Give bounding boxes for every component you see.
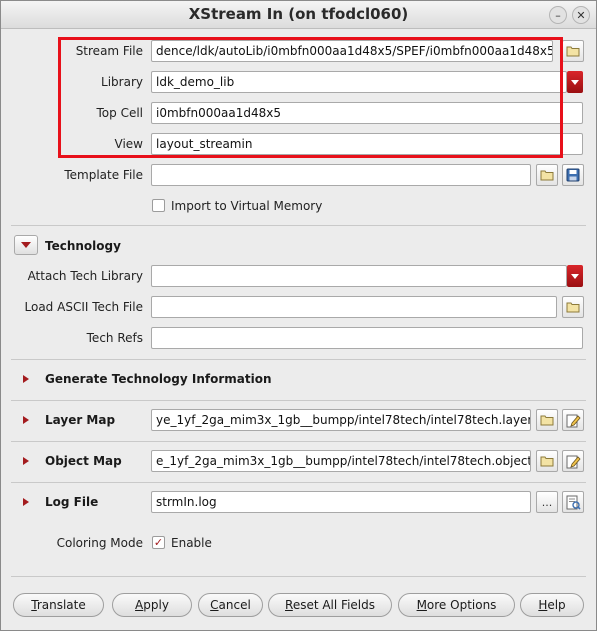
generate-tech-info-label[interactable]: Generate Technology Information [45,372,272,386]
folder-icon [540,170,554,181]
technology-section-label: Technology [45,239,121,253]
help-label: elp [547,598,566,612]
layer-map-edit-button[interactable] [562,409,584,431]
template-file-save-button[interactable] [562,164,584,186]
xstream-in-dialog: XStream In (on tfodcl060) – ✕ Stream Fil… [0,0,597,631]
object-map-edit-button[interactable] [562,450,584,472]
stream-file-browse-button[interactable] [562,40,584,62]
highlight-box [58,37,563,158]
help-button[interactable]: Help [520,593,584,617]
folder-icon [540,456,554,467]
separator [11,400,586,401]
close-icon: ✕ [576,8,586,22]
separator [11,576,586,577]
log-file-browse-button[interactable]: ... [536,491,558,513]
log-file-view-button[interactable] [562,491,584,513]
checkmark-icon: ✓ [153,536,164,549]
technology-collapse-button[interactable] [14,235,38,255]
chevron-down-icon [571,79,579,85]
triangle-right-icon[interactable] [23,457,29,465]
library-dropdown-button[interactable] [567,71,583,93]
cancel-button[interactable]: Cancel [198,593,263,617]
import-virtual-memory-checkbox[interactable] [152,199,165,212]
help-mnemonic: H [538,598,548,612]
ellipsis-icon: ... [541,495,553,509]
attach-tech-library-label: Attach Tech Library [27,269,143,283]
save-icon [566,168,580,182]
layer-map-browse-button[interactable] [536,409,558,431]
edit-icon [566,414,581,427]
separator [11,359,586,360]
cancel-label: ancel [218,598,251,612]
import-virtual-memory-label: Import to Virtual Memory [171,199,323,213]
folder-icon [540,415,554,426]
load-ascii-tech-file-label: Load ASCII Tech File [24,300,143,314]
reset-all-fields-button[interactable]: Reset All Fields [268,593,392,617]
reset-label: eset All Fields [292,598,375,612]
load-ascii-tech-file-browse-button[interactable] [562,296,584,318]
reset-mnemonic: R [285,598,293,612]
translate-button[interactable]: Translate [13,593,104,617]
title-bar[interactable]: XStream In (on tfodcl060) – ✕ [1,1,596,29]
minimize-icon: – [555,8,561,22]
more-options-mnemonic: M [416,598,427,612]
attach-tech-library-select[interactable] [151,265,567,287]
coloring-mode-enable-label: Enable [171,536,212,550]
edit-icon [566,455,581,468]
log-file-label[interactable]: Log File [45,495,98,509]
template-file-input[interactable] [151,164,531,186]
separator [11,482,586,483]
translate-label: ranslate [36,598,86,612]
triangle-right-icon[interactable] [23,416,29,424]
tech-refs-input[interactable] [151,327,583,349]
coloring-mode-label: Coloring Mode [56,536,143,550]
object-map-browse-button[interactable] [536,450,558,472]
template-file-browse-button[interactable] [536,164,558,186]
chevron-down-icon [571,273,579,279]
minimize-button[interactable]: – [549,6,567,24]
attach-tech-library-dropdown-button[interactable] [567,265,583,287]
coloring-mode-checkbox[interactable]: ✓ [152,536,165,549]
triangle-right-icon[interactable] [23,498,29,506]
more-options-button[interactable]: More Options [398,593,515,617]
separator [11,441,586,442]
log-file-input[interactable]: strmIn.log [151,491,531,513]
load-ascii-tech-file-input[interactable] [151,296,557,318]
window-title: XStream In (on tfodcl060) [188,5,409,23]
chevron-down-icon [21,242,31,248]
layer-map-input[interactable]: ye_1yf_2ga_mim3x_1gb__bumpp/intel78tech/… [151,409,531,431]
folder-icon [566,302,580,313]
more-options-label: ore Options [426,598,497,612]
tech-refs-label: Tech Refs [86,331,143,345]
view-log-icon [566,495,581,510]
triangle-right-icon[interactable] [23,375,29,383]
close-button[interactable]: ✕ [572,6,590,24]
object-map-label[interactable]: Object Map [45,454,122,468]
separator [11,225,586,226]
folder-icon [566,46,580,57]
apply-label: pply [143,598,169,612]
layer-map-label[interactable]: Layer Map [45,413,115,427]
cancel-mnemonic: C [210,598,219,612]
template-file-label: Template File [64,168,143,182]
object-map-input[interactable]: e_1yf_2ga_mim3x_1gb__bumpp/intel78tech/i… [151,450,531,472]
apply-button[interactable]: Apply [112,593,192,617]
